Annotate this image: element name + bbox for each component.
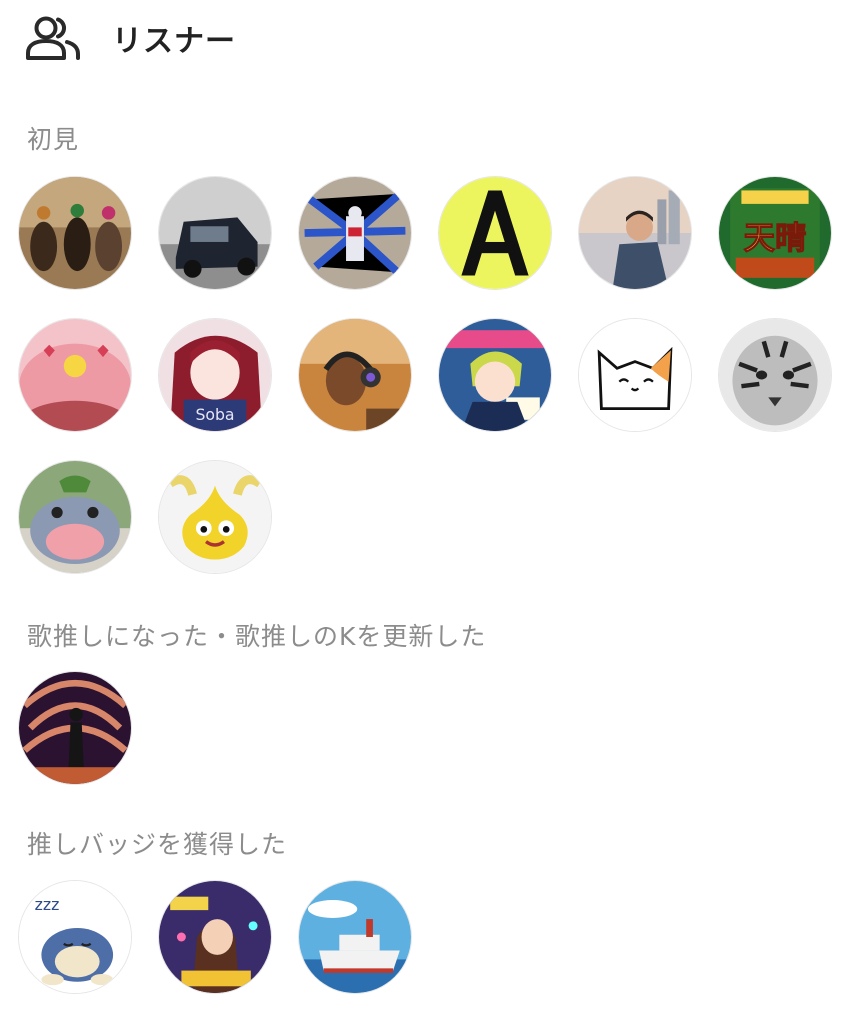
avatar-anime-man-image (579, 177, 691, 289)
avatar-letter-a-image (439, 177, 551, 289)
listener-header: リスナー (26, 14, 236, 62)
avatar-cat-drawing[interactable] (578, 318, 692, 432)
avatar-singer-poster[interactable] (158, 880, 272, 994)
section-title-song-oshi: 歌推しになった・歌推しのKを更新した (27, 622, 487, 651)
avatar-stage-performer[interactable] (18, 671, 132, 785)
avatar-hippo-image (19, 461, 131, 573)
avatar-letter-a[interactable] (438, 176, 552, 290)
avatar-anime-man[interactable] (578, 176, 692, 290)
avatar-anime-boy-poster[interactable] (438, 318, 552, 432)
avatar-black-car-image (159, 177, 271, 289)
avatar-cat-drawing-image (579, 319, 691, 431)
section-title-first-time: 初見 (27, 125, 80, 154)
avatar-ship[interactable] (298, 880, 412, 994)
avatar-tensei-poster-image: 天晴 (719, 177, 831, 289)
page-title: リスナー (112, 24, 236, 59)
song-oshi-avatar-grid (18, 671, 832, 785)
section-title-oshi-badge: 推しバッジを獲得した (27, 830, 288, 859)
users-icon (26, 14, 82, 62)
avatar-sleeping-creature-image: zzz (19, 881, 131, 993)
avatar-anime-boy-poster-image (439, 319, 551, 431)
svg-text:zzz: zzz (35, 895, 60, 914)
oshi-badge-avatar-grid: zzz (18, 880, 832, 994)
svg-text:天晴: 天晴 (744, 221, 807, 257)
avatar-hippo[interactable] (18, 460, 132, 574)
avatar-horse-race-image (19, 177, 131, 289)
avatar-singer-poster-image (159, 881, 271, 993)
svg-text:Soba: Soba (195, 405, 234, 424)
avatar-headphones-man-image (299, 319, 411, 431)
avatar-pink-bird[interactable] (18, 318, 132, 432)
avatar-red-hair-girl-image: Soba (159, 319, 271, 431)
avatar-ship-image (299, 881, 411, 993)
avatar-golden-slime[interactable] (158, 460, 272, 574)
first-time-avatar-grid: 天晴 Soba (18, 176, 832, 574)
avatar-gundam[interactable] (298, 176, 412, 290)
avatar-pink-bird-image (19, 319, 131, 431)
avatar-golden-slime-image (159, 461, 271, 573)
avatar-gundam-image (299, 177, 411, 289)
avatar-red-hair-girl[interactable]: Soba (158, 318, 272, 432)
avatar-tensei-poster[interactable]: 天晴 (718, 176, 832, 290)
avatar-horse-race[interactable] (18, 176, 132, 290)
avatar-headphones-man[interactable] (298, 318, 412, 432)
avatar-stage-performer-image (19, 672, 131, 784)
avatar-tiger-image (719, 319, 831, 431)
avatar-sleeping-creature[interactable]: zzz (18, 880, 132, 994)
avatar-tiger[interactable] (718, 318, 832, 432)
avatar-black-car[interactable] (158, 176, 272, 290)
